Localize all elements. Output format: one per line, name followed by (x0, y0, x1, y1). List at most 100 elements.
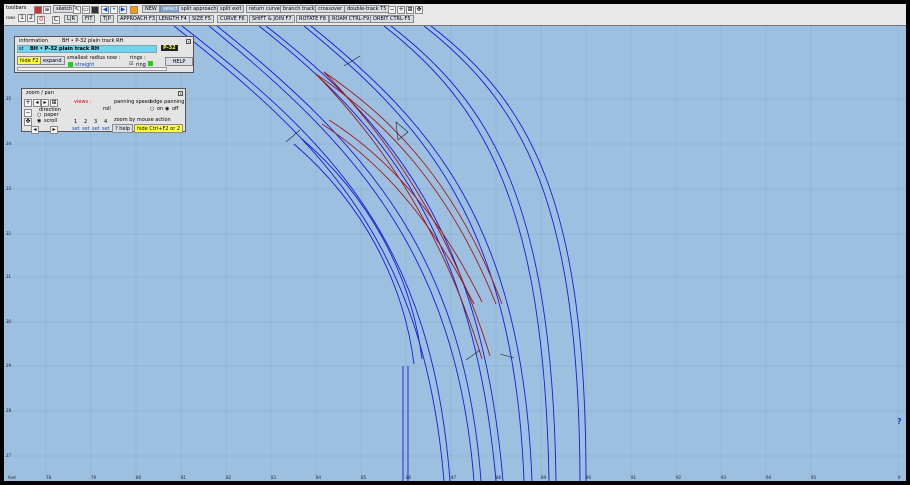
view-4[interactable]: 4 (104, 119, 107, 125)
zoom-out-icon[interactable]: − (24, 109, 32, 117)
branch-track-button[interactable]: branch track (280, 5, 318, 13)
x-axis-label: 80 (136, 475, 142, 480)
color-icon[interactable] (34, 6, 42, 14)
sketch-button[interactable]: sketch (53, 5, 76, 13)
plus-icon[interactable]: + (397, 6, 405, 14)
size-button[interactable]: SIZE F5 (189, 15, 214, 23)
x-axis-label: 9 (898, 475, 901, 480)
y-axis-label: 32 (6, 231, 12, 236)
split-exit-button[interactable]: split exit (217, 5, 245, 13)
template-rail (328, 119, 483, 303)
x-axis-label: 78 (46, 475, 52, 480)
y-axis-label: 35 (6, 96, 12, 101)
track-rail (208, 25, 475, 481)
x-axis-label: 87 (451, 475, 457, 480)
close-icon[interactable]: × (178, 91, 183, 96)
left-arrow-icon[interactable]: ◀ (101, 6, 109, 14)
split-approach-button[interactable]: split approach (178, 5, 220, 13)
rows-2-button[interactable]: 2 (27, 14, 35, 22)
track-rail (383, 25, 550, 481)
redo-button[interactable]: C (52, 16, 60, 24)
help-button[interactable]: HELP (165, 57, 193, 66)
track-rail (423, 25, 581, 481)
right-arrow-icon[interactable]: ▶ (119, 6, 127, 14)
set-2-button[interactable]: set (82, 126, 90, 132)
scroll-label: scroll (44, 118, 58, 124)
information-panel: information BH • P-32 plain track RH × s… (14, 36, 194, 73)
smallest-radius-label: smallest radius now : (67, 55, 121, 61)
pan-icon[interactable]: ✥ (415, 6, 423, 14)
set-1-button[interactable]: set (72, 126, 80, 132)
info-icon[interactable]: ≡ (43, 6, 51, 14)
timber-mark (285, 129, 301, 143)
x-axis-label: 86 (406, 475, 412, 480)
curve-button[interactable]: CURVE F6 (217, 15, 248, 23)
view-1[interactable]: 1 (74, 119, 77, 125)
view-2[interactable]: 2 (84, 119, 87, 125)
track-rail (258, 25, 497, 481)
rows-1-button[interactable]: 1 (18, 14, 26, 22)
panel-title: zoom / pan (26, 90, 54, 96)
y-axis-label: 30 (6, 319, 12, 324)
scroll-bar[interactable] (17, 67, 167, 71)
expand-button[interactable]: expand (40, 56, 65, 65)
track-rail (173, 25, 445, 481)
x-axis-label: 90 (586, 475, 592, 480)
x-axis-label: 88 (496, 475, 502, 480)
x-axis-label: 93 (721, 475, 727, 480)
length-button[interactable]: LENGTH F4 (156, 15, 190, 23)
dot-icon[interactable]: • (110, 6, 118, 14)
pan-right-icon[interactable]: ▸ (41, 99, 49, 107)
edge-on-label: on (157, 106, 164, 112)
ruler-icon[interactable] (130, 6, 138, 14)
pan-left-icon[interactable]: ◂ (33, 99, 41, 107)
drawing-canvas[interactable]: 35 34 33 32 31 30 29 28 27 feet 78 79 80 81 82 83 84 85 8… (4, 4, 906, 481)
double-track-button[interactable]: double-track T5 (344, 5, 390, 13)
move-icon[interactable]: ✥ (24, 118, 32, 126)
stop-icon[interactable] (91, 6, 99, 14)
fit-icon[interactable]: ⊞ (406, 6, 414, 14)
template-name: BH • P-32 plain track RH (30, 46, 99, 52)
scroll-right-icon[interactable]: ▸ (50, 126, 58, 134)
lr-button[interactable]: L|R (64, 15, 78, 23)
shift-join-button[interactable]: SHIFT & JOIN F7 (249, 15, 295, 23)
new-button[interactable]: NEW (142, 5, 160, 13)
set-4-button[interactable]: set (102, 126, 110, 132)
orbit-button[interactable]: ORBIT CTRL-F5 (370, 15, 414, 23)
zoom-help-button[interactable]: ? help (112, 124, 134, 133)
panning-speed-label: panning speed (114, 99, 152, 105)
views-label: views : (74, 99, 92, 105)
roll-label: roll (103, 106, 111, 112)
close-icon[interactable]: × (186, 39, 191, 44)
track-rail (293, 143, 415, 365)
zoom-fit-icon[interactable]: ⊞ (50, 99, 58, 107)
x-axis-label: 89 (541, 475, 547, 480)
x-axis-label: 79 (91, 475, 97, 480)
hide-button[interactable]: hide F2 (17, 56, 42, 65)
pointer-icon[interactable]: ↖ (73, 6, 81, 14)
x-axis-label: 85 (361, 475, 367, 480)
panel-subtitle: BH • P-32 plain track RH (62, 38, 124, 44)
return-curve-button[interactable]: return curve (246, 5, 283, 13)
edge-off-label: off (172, 106, 179, 112)
track-drawing[interactable] (4, 4, 906, 481)
fit-button[interactable]: FIT (82, 15, 96, 23)
help-question-icon[interactable]: ? (897, 417, 902, 426)
set-3-button[interactable]: set (92, 126, 100, 132)
minus-icon[interactable]: − (388, 6, 396, 14)
rows-label: rows (6, 15, 16, 20)
zoom-in-icon[interactable]: + (24, 99, 32, 107)
tp-button[interactable]: T|P (100, 15, 114, 23)
crossover-button[interactable]: crossover (315, 5, 346, 13)
scroll-left-icon[interactable]: ◂ (31, 126, 39, 134)
edge-on-radio[interactable]: ○ (150, 106, 154, 112)
zoom-hide-button[interactable]: hide Ctrl+F2 or 2 (134, 124, 184, 133)
undo-button[interactable]: 0 (37, 16, 45, 24)
scroll-radio[interactable]: ◉ (37, 118, 41, 124)
rotate-button[interactable]: ROTATE F8 (296, 15, 329, 23)
view-3[interactable]: 3 (94, 119, 97, 125)
approach-button[interactable]: APPROACH F3 (117, 15, 159, 23)
print-icon[interactable]: ▭ (82, 6, 90, 14)
roam-button[interactable]: ROAM CTRL-F9 (329, 15, 373, 23)
edge-off-radio[interactable]: ◉ (165, 106, 169, 112)
